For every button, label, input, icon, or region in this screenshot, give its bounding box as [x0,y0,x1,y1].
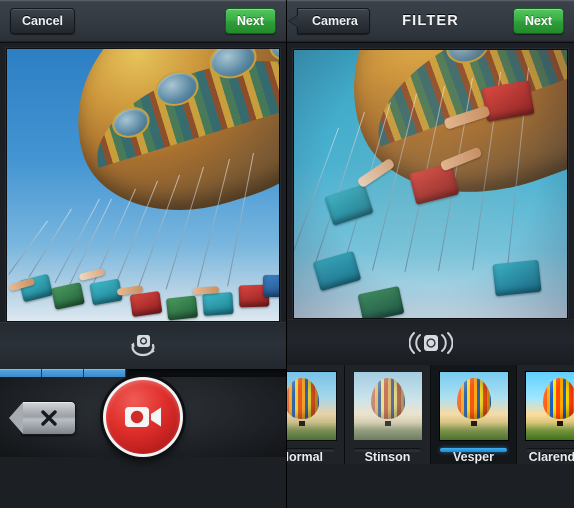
camera-shake-icon[interactable] [408,331,453,355]
next-button-label: Next [524,14,552,28]
filter-screen: Camera FILTER Next ormal Stinson Vesper … [287,0,574,508]
filter-header-bar: Camera FILTER Next [287,0,574,43]
next-button[interactable]: Next [512,8,564,34]
hot-air-balloon-icon [287,378,319,427]
filter-thumbnail [524,371,574,441]
filter-option-vesper[interactable]: Vesper [431,365,517,464]
filter-carousel[interactable]: Normal Stinson Vesper [287,365,574,464]
swing-seat [202,291,234,317]
recording-progress-bar [0,369,286,377]
video-camera-icon [125,407,161,427]
filter-control-strip [287,319,574,365]
progress-segment [84,369,126,377]
cancel-button-label: Cancel [22,14,63,28]
capture-header-bar: Cancel Next [0,0,286,43]
hot-air-balloon-icon [542,378,574,427]
filter-option-clarendon[interactable]: Clarendon [517,365,574,464]
filter-thumbnail [352,371,423,441]
delete-clip-button[interactable] [9,401,76,435]
filter-label: Vesper [452,450,494,464]
swing-seat [129,291,163,317]
filter-option-stinson[interactable]: Stinson [345,365,431,464]
progress-segment [0,369,42,377]
swing-seat [492,259,542,297]
hot-air-balloon-icon [370,378,405,427]
filter-label: Stinson [364,450,411,464]
cancel-button[interactable]: Cancel [10,8,75,34]
filter-selection-indicator [354,448,421,452]
filter-thumbnail [287,371,337,441]
filter-preview[interactable] [293,49,568,319]
filter-selection-indicator [287,448,335,452]
capture-control-strip [0,322,286,369]
viewfinder[interactable] [6,48,280,322]
filter-label: Normal [287,450,324,464]
capture-controls-area [0,377,286,457]
filter-thumbnail [438,371,509,441]
swing-seat [263,275,279,297]
filter-selection-indicator [440,448,507,452]
video-capture-screen: Cancel Next [0,0,287,508]
dual-screenshot: Cancel Next Camera FILTER Next ormal Sti… [0,0,574,508]
record-button[interactable] [103,377,183,457]
next-button[interactable]: Next [224,8,276,34]
delete-x-icon [41,410,57,426]
filter-option-normal[interactable]: Normal [287,365,345,464]
filter-label: Clarendon [528,450,574,464]
next-button-label: Next [236,14,264,28]
camera-flip-icon[interactable] [128,333,158,359]
progress-segment [42,369,84,377]
swing-seat [165,295,199,321]
hot-air-balloon-icon [456,378,491,427]
filter-selection-indicator [526,448,574,452]
